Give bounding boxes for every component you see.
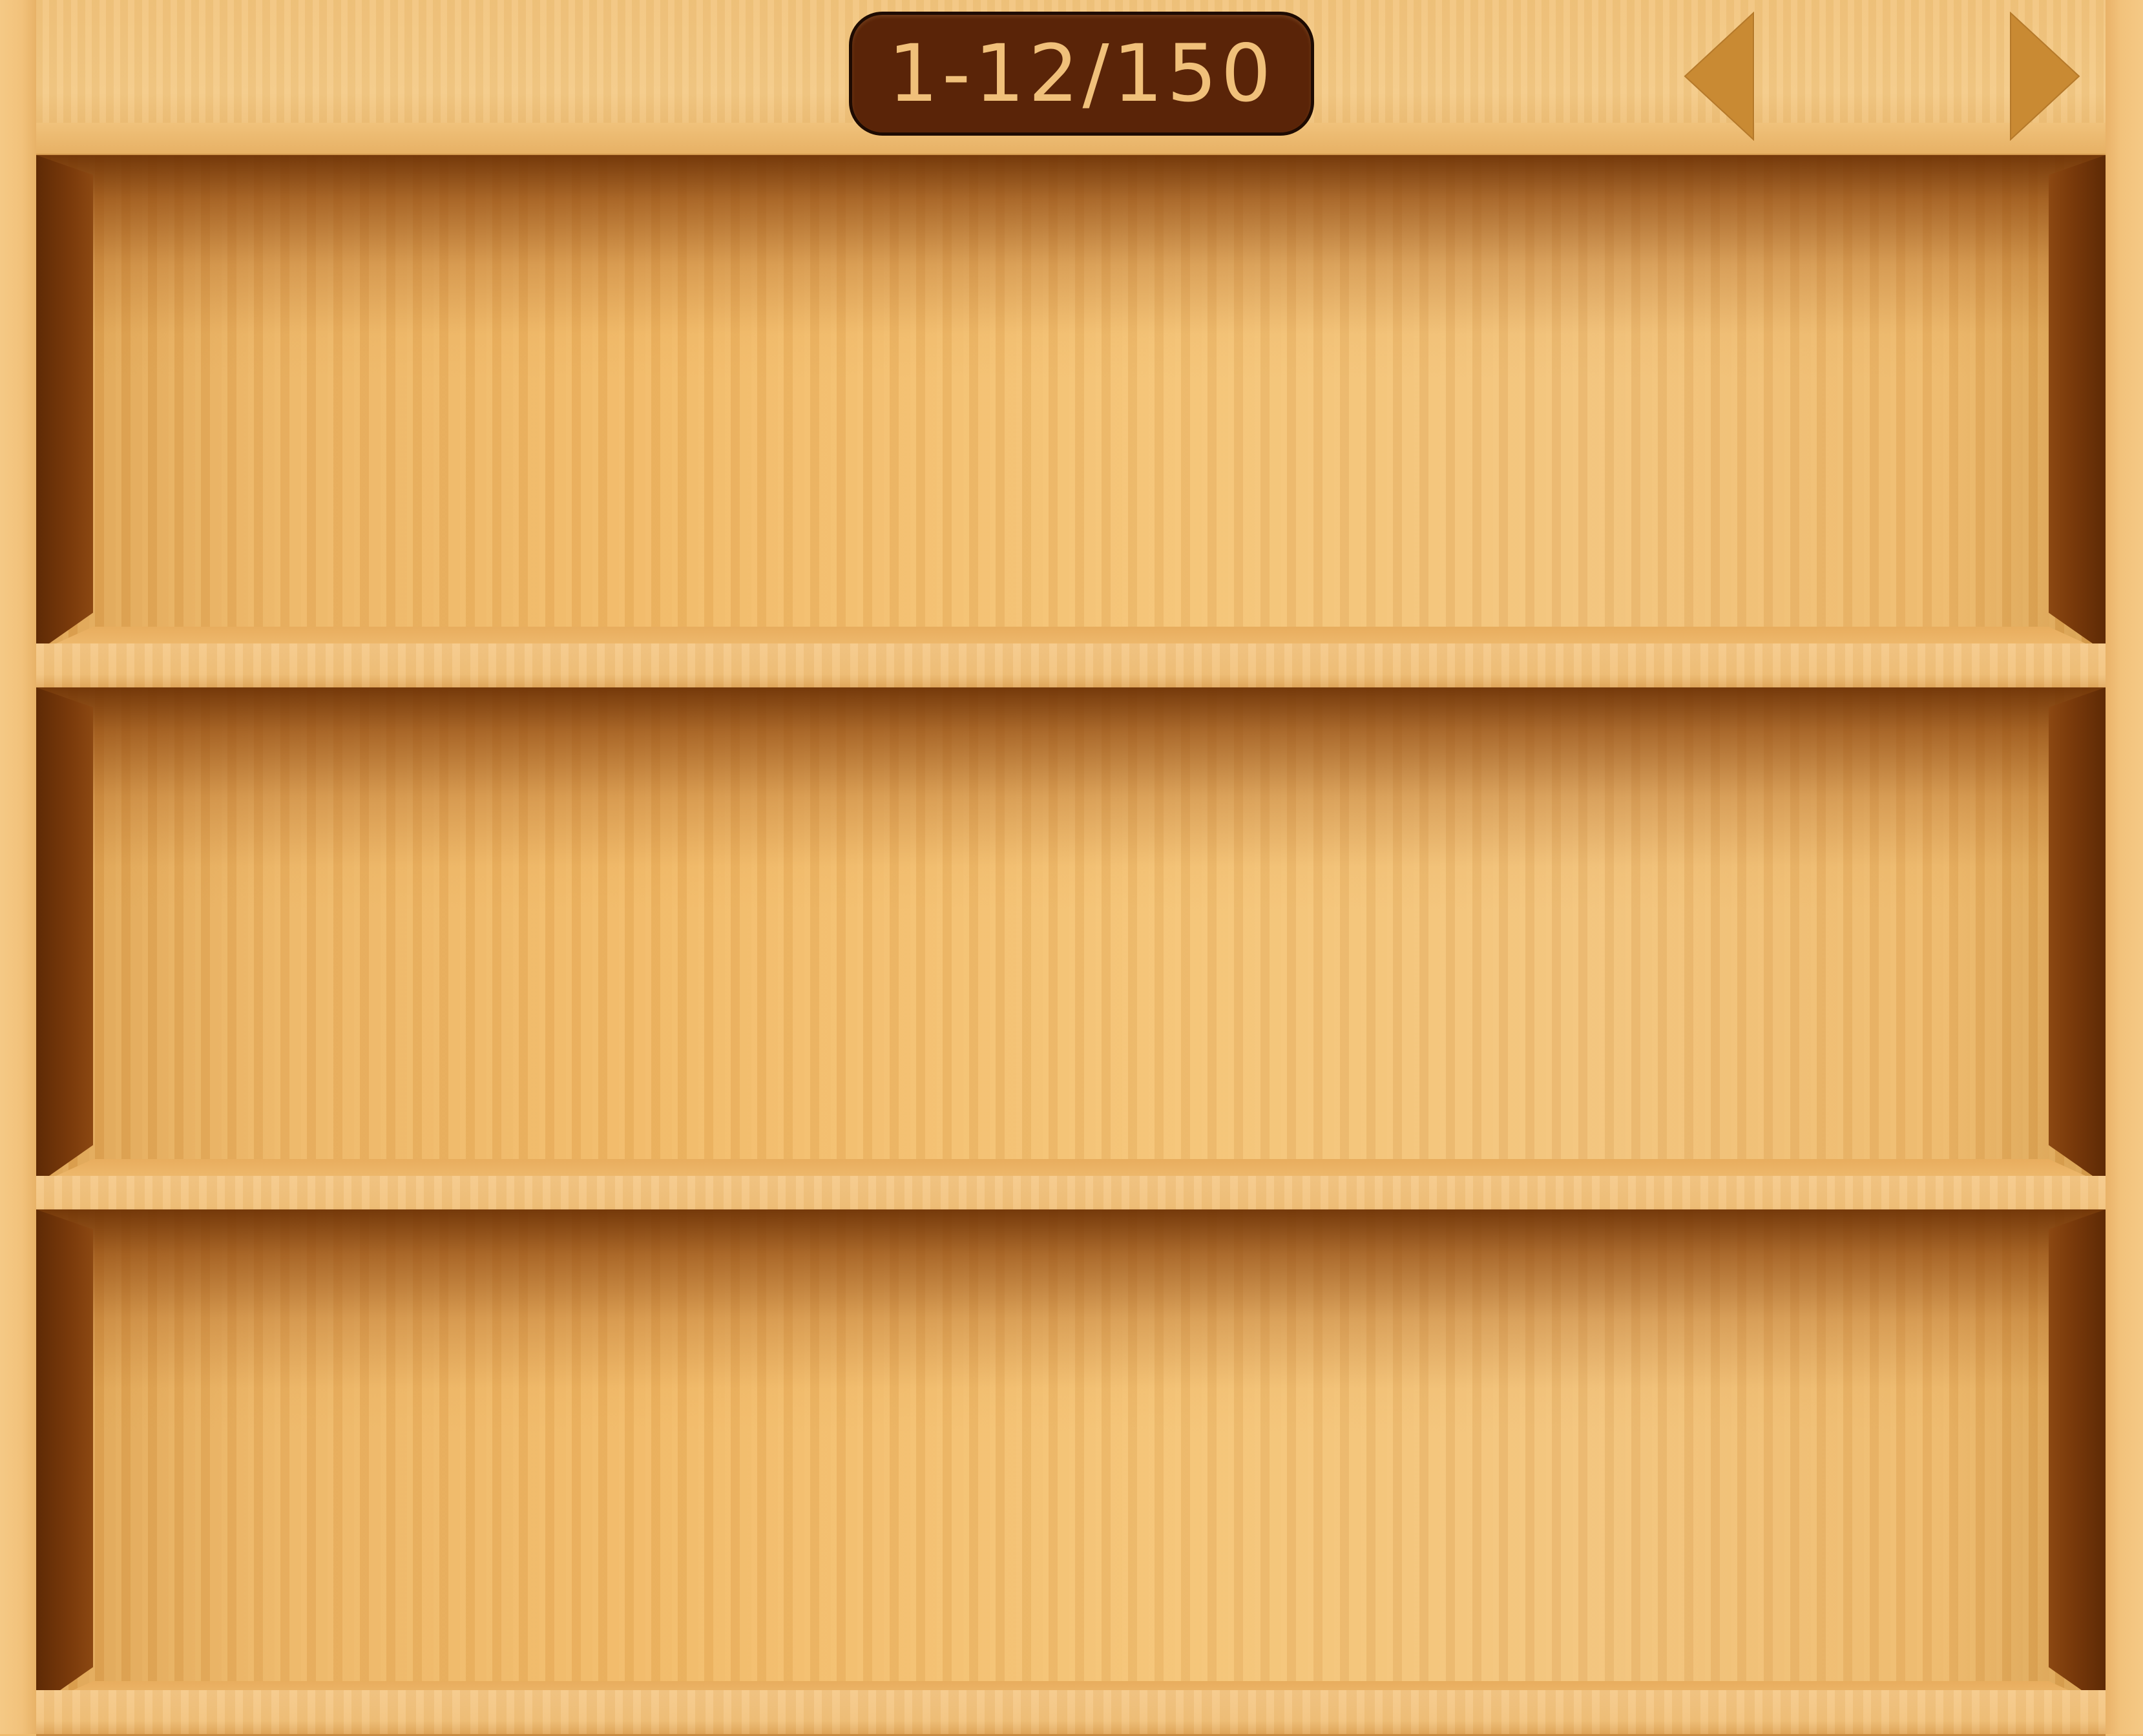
bookcase-post-right (2106, 0, 2143, 1734)
triangle-left-icon (1684, 12, 1754, 141)
previous-page-button[interactable] (1684, 12, 1755, 141)
shelf-row-3 (36, 1209, 2106, 1707)
shelf-side-right (2049, 687, 2106, 1185)
triangle-right-icon (2010, 12, 2080, 141)
shelf-shadow (36, 155, 2106, 653)
shelf-side-right (2049, 1209, 2106, 1707)
bookshelf: 1-12/150 (0, 0, 2143, 1736)
bookcase-post-left (0, 0, 36, 1734)
next-page-button[interactable] (2009, 12, 2080, 141)
shelf-side-right (2049, 155, 2106, 653)
page-counter-label: 1-12/150 (888, 28, 1275, 120)
page-counter-badge: 1-12/150 (849, 12, 1314, 136)
shelf-row-2 (36, 687, 2106, 1185)
shelf-board-3 (36, 1690, 2106, 1736)
shelf-shadow (36, 1209, 2106, 1707)
shelf-shadow (36, 687, 2106, 1185)
shelf-side-left (36, 687, 93, 1185)
shelf-side-left (36, 155, 93, 653)
shelf-side-left (36, 1209, 93, 1707)
shelf-row-1 (36, 155, 2106, 653)
shelf-board-1 (36, 643, 2106, 689)
